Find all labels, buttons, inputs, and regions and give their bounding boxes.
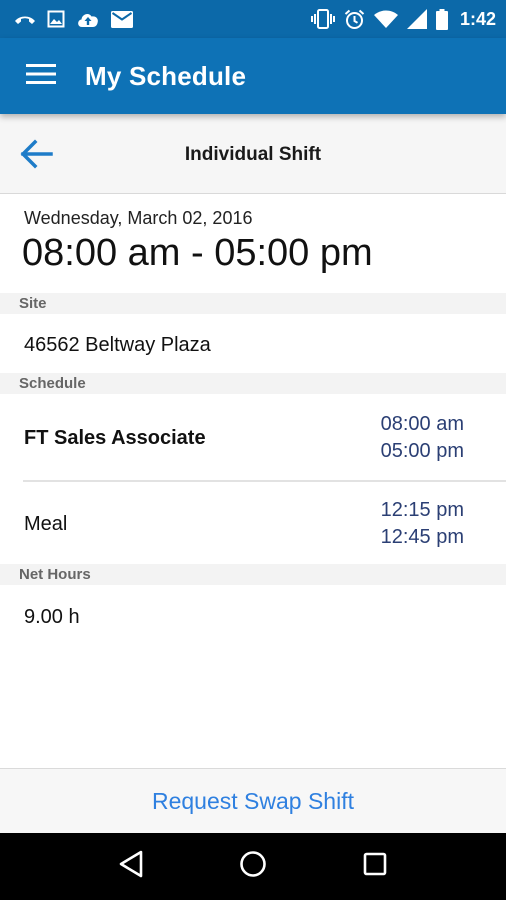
net-hours-value: 9.00 h <box>24 606 80 628</box>
schedule-item-start: 12:15 pm <box>380 499 464 521</box>
schedule-section-header: Schedule <box>0 373 506 394</box>
signal-icon <box>406 9 427 29</box>
image-icon <box>47 10 65 28</box>
schedule-item-label: FT Sales Associate <box>24 427 206 449</box>
wifi-icon <box>373 10 398 28</box>
system-nav-bar <box>0 833 506 900</box>
alarm-icon <box>344 9 365 30</box>
request-swap-shift-button[interactable]: Request Swap Shift <box>152 788 354 815</box>
status-right-icons: 1:42 <box>310 8 496 30</box>
mail-icon <box>111 10 133 28</box>
status-left-icons <box>14 10 133 28</box>
schedule-item-end: 12:45 pm <box>380 526 464 548</box>
schedule-item-times: 08:00 am 05:00 pm <box>381 411 464 465</box>
nav-back-button[interactable] <box>106 842 156 892</box>
nav-home-button[interactable] <box>228 842 278 892</box>
site-section-header: Site <box>0 293 506 314</box>
vibrate-icon <box>310 9 335 29</box>
nav-home-icon <box>239 850 267 883</box>
status-time: 1:42 <box>459 8 496 29</box>
sub-header: Individual Shift <box>0 114 506 194</box>
menu-button[interactable] <box>21 56 61 96</box>
sub-header-title: Individual Shift <box>184 144 322 165</box>
site-value: 46562 Beltway Plaza <box>24 334 211 356</box>
shift-date: Wednesday, March 02, 2016 <box>24 208 253 228</box>
net-hours-section-header: Net Hours <box>0 564 506 585</box>
schedule-item-start: 08:00 am <box>380 413 464 435</box>
action-bar: Request Swap Shift <box>0 768 506 833</box>
nav-back-icon <box>118 850 144 883</box>
status-bar: 1:42 <box>0 0 506 38</box>
app-bar: My Schedule <box>0 38 506 114</box>
nav-recents-button[interactable] <box>350 842 400 892</box>
missed-call-icon <box>14 12 36 26</box>
cloud-upload-icon <box>76 10 100 28</box>
shift-time-range: 08:00 am - 05:00 pm <box>22 232 373 274</box>
schedule-item-label: Meal <box>24 513 68 535</box>
battery-icon <box>435 8 448 30</box>
schedule-item-end: 05:00 pm <box>380 440 464 462</box>
hamburger-menu-icon <box>26 63 56 90</box>
nav-recents-icon <box>363 852 387 881</box>
row-divider <box>23 480 506 482</box>
page-title: My Schedule <box>85 60 247 91</box>
schedule-item-times: 12:15 pm 12:45 pm <box>381 497 464 551</box>
